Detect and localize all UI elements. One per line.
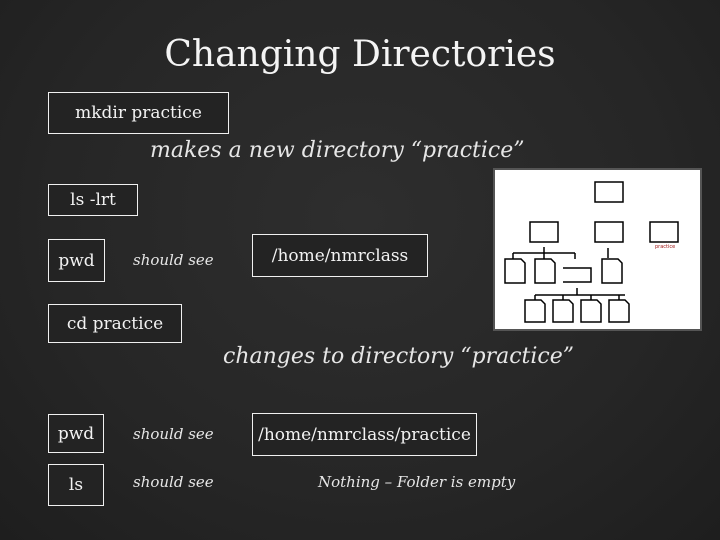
cd-note: changes to directory “practice” [223,344,574,369]
folder-icon [594,221,624,243]
folder-icon [529,221,559,243]
ls-result-text: Nothing – Folder is empty [318,473,516,491]
should-see-label: should see [133,251,214,269]
mkdir-command-box: mkdir practice [48,92,229,134]
should-see-label-2: should see [133,425,214,443]
mkdir-note: makes a new directory “practice” [150,138,525,163]
pwd-result-box-2: /home/nmrclass/practice [252,413,477,456]
pwd-command-box: pwd [48,239,105,282]
slide: Changing Directories mkdir practice make… [0,0,720,540]
practice-folder-label: practice [655,244,675,250]
ls-lrt-command-box: ls -lrt [48,184,138,216]
should-see-label-3: should see [133,473,214,491]
file-icon [524,299,546,323]
file-icon [601,258,623,284]
file-icon [580,299,602,323]
cd-command-box: cd practice [48,304,182,343]
directory-tree-image: practice [504,181,679,323]
folder-icon [594,181,624,203]
pwd-result-box: /home/nmrclass [252,234,428,277]
file-icon [534,258,556,284]
file-icon [504,258,526,284]
file-icon [552,299,574,323]
slide-title: Changing Directories [164,34,556,75]
pwd-command-box-2: pwd [48,414,104,453]
ls-command-box: ls [48,464,104,506]
directory-tree-diagram: practice [493,168,702,331]
folder-icon [563,267,592,283]
file-icon [608,299,630,323]
folder-icon [649,221,679,243]
